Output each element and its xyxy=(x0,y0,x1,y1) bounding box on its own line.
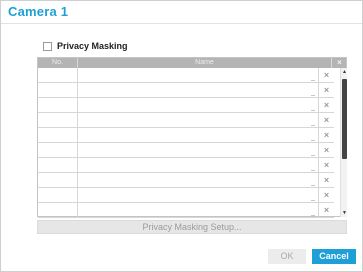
table-scrollbar[interactable]: ▲ ▼ xyxy=(340,68,347,217)
table-row[interactable]: _ × xyxy=(38,68,334,83)
cancel-button[interactable]: Cancel xyxy=(312,249,356,264)
row-name-field[interactable]: _ xyxy=(78,158,319,172)
edit-handle-icon[interactable]: _ xyxy=(311,74,315,81)
row-name-field[interactable]: _ xyxy=(78,173,319,187)
row-name-field[interactable]: _ xyxy=(78,188,319,202)
table-body: _ × _ × _ × _ × _ × _ × _ × _ × _ × _ × xyxy=(38,68,334,218)
column-header-no: No. xyxy=(38,58,78,68)
scroll-down-arrow-icon[interactable]: ▼ xyxy=(341,209,348,217)
row-number-cell xyxy=(38,143,78,157)
table-row[interactable]: _ × xyxy=(38,203,334,218)
row-name-field[interactable]: _ xyxy=(78,113,319,127)
privacy-masking-setup-button[interactable]: Privacy Masking Setup... xyxy=(37,220,347,234)
row-number-cell xyxy=(38,173,78,187)
row-name-field[interactable]: _ xyxy=(78,203,319,217)
edit-handle-icon[interactable]: _ xyxy=(311,164,315,171)
row-number-cell xyxy=(38,83,78,97)
table-row[interactable]: _ × xyxy=(38,113,334,128)
delete-row-icon[interactable]: × xyxy=(319,113,334,127)
privacy-masking-toggle[interactable]: Privacy Masking xyxy=(43,41,128,51)
table-row[interactable]: _ × xyxy=(38,98,334,113)
row-number-cell xyxy=(38,128,78,142)
edit-handle-icon[interactable]: _ xyxy=(311,194,315,201)
mask-table: No. Name × _ × _ × _ × _ × _ × _ × _ × _ × _ × _ × ▲ ▼ xyxy=(37,57,347,218)
row-number-cell xyxy=(38,203,78,217)
table-row[interactable]: _ × xyxy=(38,143,334,158)
delete-row-icon[interactable]: × xyxy=(319,188,334,202)
row-number-cell xyxy=(38,158,78,172)
delete-row-icon[interactable]: × xyxy=(319,83,334,97)
row-name-field[interactable]: _ xyxy=(78,83,319,97)
table-row[interactable]: _ × xyxy=(38,128,334,143)
row-name-field[interactable]: _ xyxy=(78,98,319,112)
dialog-title: Camera 1 xyxy=(8,4,69,19)
delete-row-icon[interactable]: × xyxy=(319,128,334,142)
camera-dialog: Camera 1 Privacy Masking No. Name × _ × _ ×… xyxy=(0,0,363,272)
column-header-delete[interactable]: × xyxy=(331,58,347,68)
delete-row-icon[interactable]: × xyxy=(319,143,334,157)
row-name-field[interactable]: _ xyxy=(78,68,319,82)
edit-handle-icon[interactable]: _ xyxy=(311,149,315,156)
delete-row-icon[interactable]: × xyxy=(319,68,334,82)
table-row[interactable]: _ × xyxy=(38,158,334,173)
delete-row-icon[interactable]: × xyxy=(319,203,334,217)
table-row[interactable]: _ × xyxy=(38,83,334,98)
edit-handle-icon[interactable]: _ xyxy=(311,89,315,96)
table-row[interactable]: _ × xyxy=(38,173,334,188)
edit-handle-icon[interactable]: _ xyxy=(311,119,315,126)
row-number-cell xyxy=(38,98,78,112)
scroll-thumb[interactable] xyxy=(342,79,347,159)
privacy-masking-checkbox[interactable] xyxy=(43,41,52,51)
row-number-cell xyxy=(38,68,78,82)
delete-all-icon[interactable]: × xyxy=(337,58,342,67)
row-number-cell xyxy=(38,188,78,202)
column-header-name: Name xyxy=(195,59,214,66)
delete-row-icon[interactable]: × xyxy=(319,158,334,172)
table-row[interactable]: _ × xyxy=(38,188,334,203)
title-divider xyxy=(1,23,362,24)
edit-handle-icon[interactable]: _ xyxy=(311,134,315,141)
table-header: No. Name × xyxy=(38,58,346,68)
edit-handle-icon[interactable]: _ xyxy=(311,179,315,186)
ok-button[interactable]: OK xyxy=(268,249,306,264)
scroll-up-arrow-icon[interactable]: ▲ xyxy=(341,68,348,76)
delete-row-icon[interactable]: × xyxy=(319,98,334,112)
row-name-field[interactable]: _ xyxy=(78,143,319,157)
edit-handle-icon[interactable]: _ xyxy=(311,209,315,216)
delete-row-icon[interactable]: × xyxy=(319,173,334,187)
privacy-masking-label: Privacy Masking xyxy=(57,41,128,51)
row-name-field[interactable]: _ xyxy=(78,128,319,142)
row-number-cell xyxy=(38,113,78,127)
edit-handle-icon[interactable]: _ xyxy=(311,104,315,111)
